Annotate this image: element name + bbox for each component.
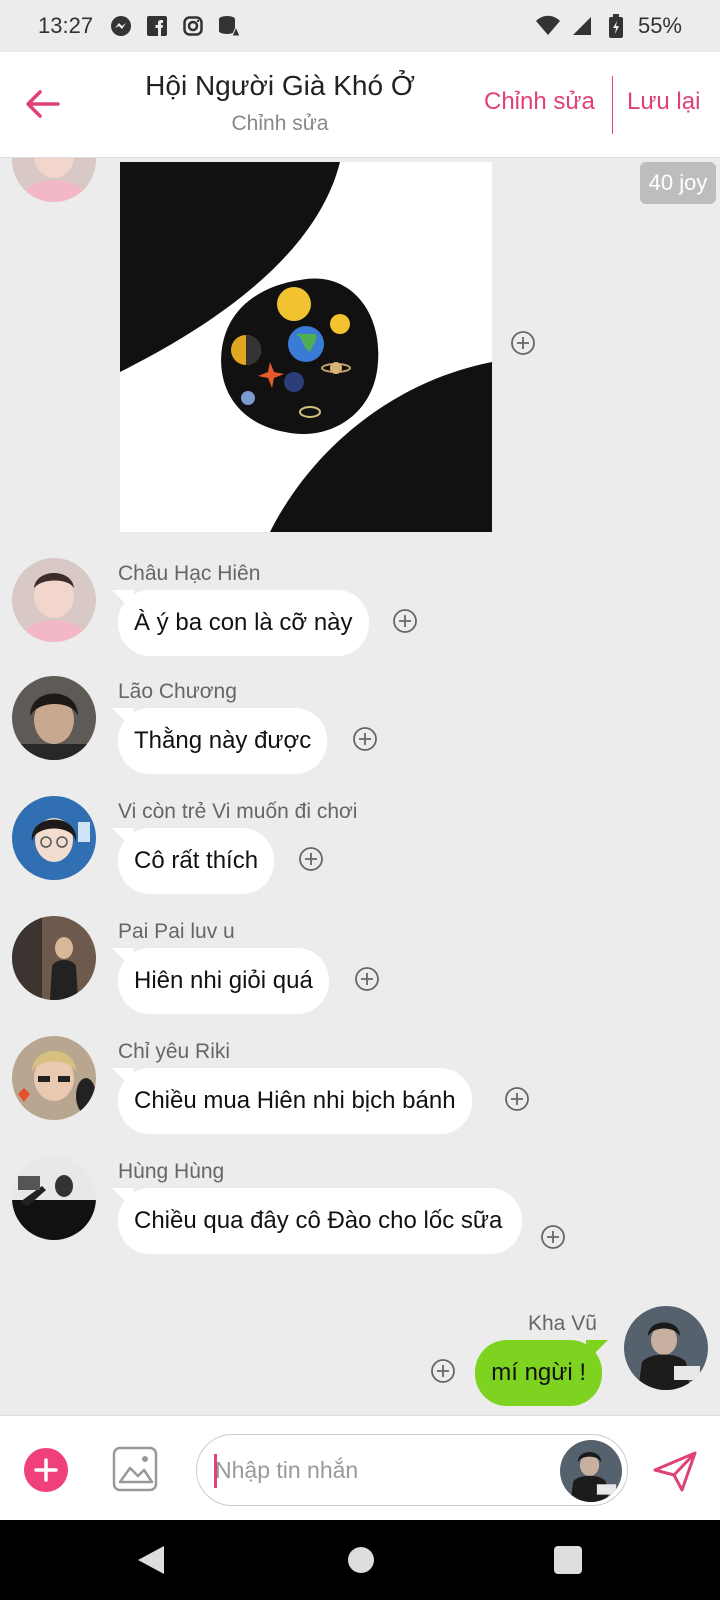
- add-reaction-button[interactable]: [540, 1224, 566, 1250]
- notification-icons: [109, 14, 241, 38]
- avatar[interactable]: [12, 558, 96, 642]
- avatar[interactable]: [12, 158, 96, 202]
- facebook-icon: [145, 14, 169, 38]
- battery-icon: [604, 14, 628, 38]
- message-bubble[interactable]: Chiều mua Hiên nhi bịch bánh: [118, 1068, 472, 1134]
- sender-avatar-button[interactable]: [560, 1440, 622, 1502]
- add-reaction-button[interactable]: [392, 608, 418, 634]
- sender-name: Lão Chương: [118, 680, 237, 703]
- sender-name: Kha Vũ: [528, 1312, 597, 1335]
- save-button[interactable]: Lưu lại: [627, 88, 700, 116]
- add-reaction-button[interactable]: [352, 726, 378, 752]
- status-time: 13:27: [38, 13, 94, 38]
- nav-recents-button[interactable]: [554, 1546, 582, 1574]
- plus-icon: [34, 1458, 58, 1482]
- text-cursor: [214, 1454, 217, 1488]
- sender-name: Hùng Hùng: [118, 1160, 225, 1183]
- sender-name: Châu Hạc Hiên: [118, 562, 261, 585]
- messenger-icon: [109, 14, 133, 38]
- message-list[interactable]: 40 joy Châu Hạc Hiên À ý ba con là cỡ nà…: [0, 158, 720, 1415]
- add-reaction-button[interactable]: [298, 846, 324, 872]
- avatar[interactable]: [12, 1036, 96, 1120]
- add-circle-icon: [541, 1225, 565, 1249]
- add-circle-icon: [505, 1087, 529, 1111]
- add-button[interactable]: [24, 1448, 68, 1492]
- sender-name: Vi còn trẻ Vi muốn đi chơi: [118, 800, 358, 823]
- nav-back-button[interactable]: [136, 1544, 166, 1581]
- group-title: Hội Người Già Khó Ở: [145, 70, 415, 101]
- battery-percent: 55%: [637, 13, 682, 38]
- back-button[interactable]: [22, 84, 62, 124]
- database-alert-icon: [217, 14, 241, 38]
- group-subtitle: Chỉnh sửa: [231, 112, 329, 135]
- message-bubble[interactable]: Thằng này được: [118, 708, 328, 774]
- avatar[interactable]: [12, 916, 96, 1000]
- send-icon: [653, 1451, 697, 1492]
- add-reaction-button[interactable]: [504, 1086, 530, 1112]
- send-button[interactable]: [652, 1448, 698, 1494]
- add-reaction-button[interactable]: [430, 1358, 456, 1384]
- status-bar: 13:27 55%: [0, 0, 720, 52]
- own-message-bubble[interactable]: mí ngừi !: [475, 1340, 602, 1406]
- add-circle-icon: [511, 331, 535, 355]
- image-icon: [112, 1446, 158, 1492]
- edit-button[interactable]: Chỉnh sửa: [484, 88, 595, 116]
- add-circle-icon: [355, 967, 379, 991]
- sender-name: Chỉ yêu Riki: [118, 1040, 231, 1063]
- header-title-group: Hội Người Già Khó Ở Chỉnh sửa: [120, 70, 440, 136]
- image-message[interactable]: [120, 162, 492, 532]
- signal-icon: [570, 14, 594, 38]
- image-picker-button[interactable]: [112, 1446, 158, 1492]
- message-input-bar: [0, 1415, 720, 1520]
- system-indicators: 55%: [535, 13, 682, 39]
- avatar[interactable]: [12, 796, 96, 880]
- add-circle-icon: [393, 609, 417, 633]
- add-reaction-button[interactable]: [354, 966, 380, 992]
- avatar[interactable]: [624, 1306, 708, 1390]
- sender-name: Pai Pai luv u: [118, 920, 235, 943]
- message-bubble[interactable]: Cô rất thích: [118, 828, 275, 894]
- arrow-left-icon: [26, 90, 60, 118]
- triangle-back-icon: [138, 1546, 164, 1574]
- message-bubble[interactable]: Chiều qua đây cô Đào cho lốc sữa: [118, 1188, 522, 1254]
- reaction-badge[interactable]: 40 joy: [640, 162, 716, 204]
- add-circle-icon: [431, 1359, 455, 1383]
- wifi-icon: [535, 14, 560, 38]
- instagram-icon: [181, 14, 205, 38]
- avatar[interactable]: [12, 676, 96, 760]
- message-bubble[interactable]: Hiên nhi giỏi quá: [118, 948, 329, 1014]
- avatar[interactable]: [12, 1156, 96, 1240]
- add-reaction-button[interactable]: [510, 330, 536, 356]
- system-nav-bar: [0, 1520, 720, 1600]
- add-circle-icon: [353, 727, 377, 751]
- message-bubble[interactable]: À ý ba con là cỡ này: [118, 590, 369, 656]
- nav-home-button[interactable]: [348, 1547, 374, 1573]
- add-circle-icon: [299, 847, 323, 871]
- header-divider: [612, 76, 613, 134]
- chat-header: Hội Người Già Khó Ở Chỉnh sửa Chỉnh sửa …: [0, 52, 720, 158]
